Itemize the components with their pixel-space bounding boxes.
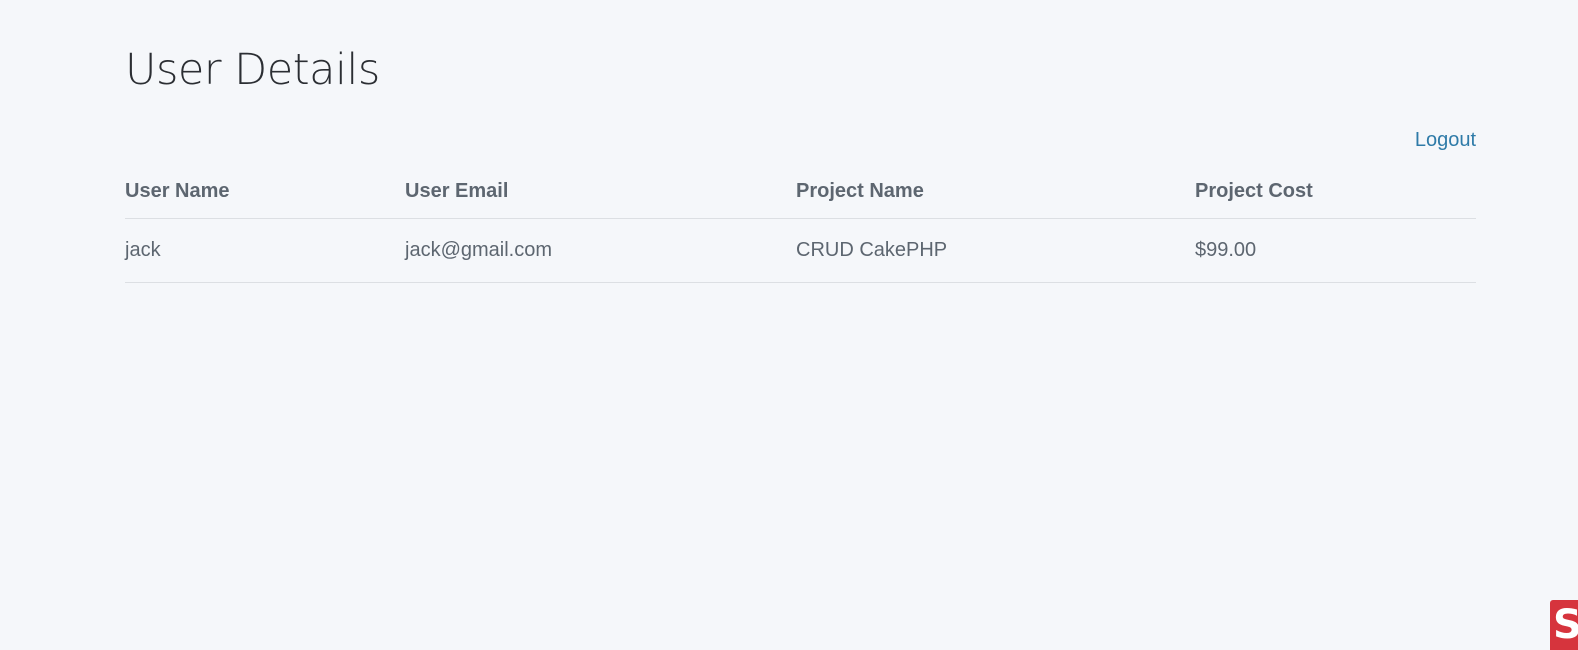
page-title: User Details	[125, 45, 380, 95]
cell-user-name: jack	[125, 218, 405, 283]
cell-user-email: jack@gmail.com	[405, 218, 796, 283]
column-header-project-name: Project Name	[796, 164, 1195, 219]
logout-link[interactable]: Logout	[1415, 128, 1476, 152]
table-header: User Name User Email Project Name Projec…	[125, 164, 1476, 219]
column-header-project-cost: Project Cost	[1195, 164, 1476, 219]
cell-project-name: CRUD CakePHP	[796, 218, 1195, 283]
column-header-user-email: User Email	[405, 164, 796, 219]
page: User Details Logout User Name User Email…	[0, 0, 1578, 650]
column-header-user-name: User Name	[125, 164, 405, 219]
cell-project-cost: $99.00	[1195, 218, 1476, 283]
table-body: jack jack@gmail.com CRUD CakePHP $99.00	[125, 218, 1476, 283]
table-row: jack jack@gmail.com CRUD CakePHP $99.00	[125, 218, 1476, 283]
user-details-table: User Name User Email Project Name Projec…	[125, 164, 1476, 283]
table-header-row: User Name User Email Project Name Projec…	[125, 164, 1476, 219]
badge-glyph: S	[1553, 602, 1578, 648]
extension-badge-icon[interactable]: S	[1550, 600, 1578, 650]
